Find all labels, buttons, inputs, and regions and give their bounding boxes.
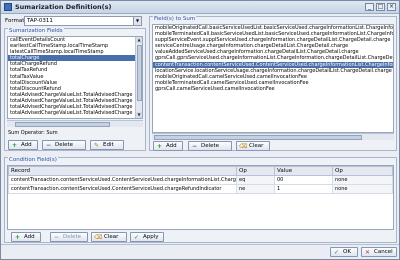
close-button[interactable]: × [387,3,396,11]
value-cell[interactable]: 00 [274,175,333,185]
op-cell[interactable]: eq [236,175,275,185]
apply-condition-button[interactable]: ✓ Apply [130,232,164,242]
condition-fields-title: Condition Field(s) [8,157,58,163]
add-condition-button[interactable]: + Add [11,232,41,242]
table-row[interactable]: contentTransaction.contentServiceUsed.Co… [8,184,393,194]
record-cell[interactable]: contentTransaction.contentServiceUsed.Co… [8,175,237,185]
minus-icon: − [45,142,52,149]
field-to-sum-item[interactable]: gprsCall.camelServiceUsed.camelInvocatio… [153,86,393,92]
broom-icon: ⌫ [239,143,248,150]
edit-summarization-button[interactable]: ✎ Edit [90,140,124,150]
add-summarization-button[interactable]: + Add [8,140,38,150]
scroll-thumb[interactable] [137,45,142,101]
op-cell[interactable]: ne [236,184,275,194]
ok-button[interactable]: ✓ OK [330,247,358,257]
summarization-fields-vscrollbar[interactable]: ▲ ▼ [135,37,142,118]
scroll-up-icon[interactable]: ▲ [136,37,142,43]
field-to-sum-item[interactable]: gprsCall.gprsServiceUsed.chargeInformati… [153,55,393,61]
clear-label: Clear [104,234,119,240]
table-row[interactable]: contentTransaction.contentServiceUsed.Co… [8,175,393,185]
edit-label: Edit [103,142,114,148]
condition-fields-panel: Condition Field(s) Record Op Value Op co… [4,157,397,243]
clear-conditions-button[interactable]: ⌫ Clear [91,232,127,242]
cancel-label: Cancel [374,249,393,255]
summarization-fields-items: callEventDetailsCount earliestCallTimeSta… [8,37,142,116]
cancel-icon: ✕ [364,249,371,256]
scroll-down-icon[interactable]: ▼ [136,112,142,118]
app-icon [4,3,12,11]
cancel-button[interactable]: ✕ Cancel [361,247,397,257]
column-header-op2[interactable]: Op [332,166,393,176]
sum-operator-label: Sum Operator: Sum [8,130,58,136]
plus-icon: + [156,143,163,150]
minus-icon: − [191,143,198,150]
clear-fields-button[interactable]: ⌫ Clear [236,141,270,151]
add-label: Add [166,143,177,149]
column-header-value[interactable]: Value [274,166,333,176]
edit-icon: ✎ [93,142,100,149]
summarization-fields-panel: Sumarization Fields callEventDetailsCoun… [4,28,146,151]
summarization-fields-title: Sumarization Fields [8,28,64,34]
scroll-thumb[interactable] [154,135,362,140]
delete-summarization-button[interactable]: − Delete [42,140,86,150]
delete-label: Delete [201,143,220,149]
summarization-field-item[interactable]: totalAdvisedChargeValueList.TotalAdvised… [8,110,142,116]
minus-icon: − [53,234,60,241]
scroll-thumb[interactable] [15,122,110,127]
footer-divider [1,244,399,245]
record-cell[interactable]: contentTransaction.contentServiceUsed.Co… [8,184,237,194]
chevron-down-icon[interactable]: ▼ [133,17,141,25]
delete-label: Delete [55,142,74,148]
field-to-sum-item[interactable]: contentTransaction.contentServiceUsed.Co… [153,61,393,68]
op2-cell[interactable]: none [332,175,393,185]
add-field-button[interactable]: + Add [153,141,183,151]
condition-fields-table: Record Op Value Op contentTransaction.co… [8,166,393,194]
clear-label: Clear [249,143,264,149]
format-select[interactable]: TAP-0311 ▼ [24,16,142,26]
check-icon: ✓ [333,249,340,256]
fields-to-sum-hscrollbar[interactable] [152,133,394,140]
plus-icon: + [11,142,18,149]
apply-icon: ✓ [133,234,140,241]
plus-icon: + [14,234,21,241]
op2-cell[interactable]: none [332,184,393,194]
column-header-op[interactable]: Op [236,166,275,176]
delete-label: Delete [63,234,82,240]
summarization-fields-hscrollbar[interactable] [7,120,143,127]
add-label: Add [21,142,32,148]
table-header-row: Record Op Value Op [8,166,393,176]
window-title: Sumarization Definition(s) [15,3,112,11]
delete-condition-button[interactable]: − Delete [50,232,88,242]
format-value: TAP-0311 [27,18,53,24]
ok-label: OK [343,249,351,255]
fields-to-sum-title: Field(s) to Sum [153,16,197,22]
fields-to-sum-panel: Field(s) to Sum mobileOriginatedCall.bas… [149,16,397,151]
fields-to-sum-items: mobileOriginatedCall.basicServiceUsedLis… [153,25,393,92]
maximize-button[interactable]: □ [376,3,385,11]
broom-icon: ⌫ [94,234,103,241]
condition-fields-table-container[interactable]: Record Op Value Op contentTransaction.co… [7,165,394,230]
value-cell[interactable]: 1 [274,184,333,194]
summarization-dialog: Sumarization Definition(s) _ □ × Format:… [0,0,400,260]
fields-to-sum-list[interactable]: mobileOriginatedCall.basicServiceUsedLis… [152,24,394,133]
field-to-sum-item[interactable]: locationService.locationServiceUsage.cha… [153,68,393,74]
add-label: Add [24,234,35,240]
summarization-fields-list[interactable]: callEventDetailsCount earliestCallTimeSta… [7,36,143,119]
title-bar[interactable]: Sumarization Definition(s) _ □ × [1,1,399,14]
apply-label: Apply [143,234,159,240]
minimize-button[interactable]: _ [365,3,374,11]
delete-field-button[interactable]: − Delete [188,141,232,151]
column-header-record[interactable]: Record [8,166,237,176]
